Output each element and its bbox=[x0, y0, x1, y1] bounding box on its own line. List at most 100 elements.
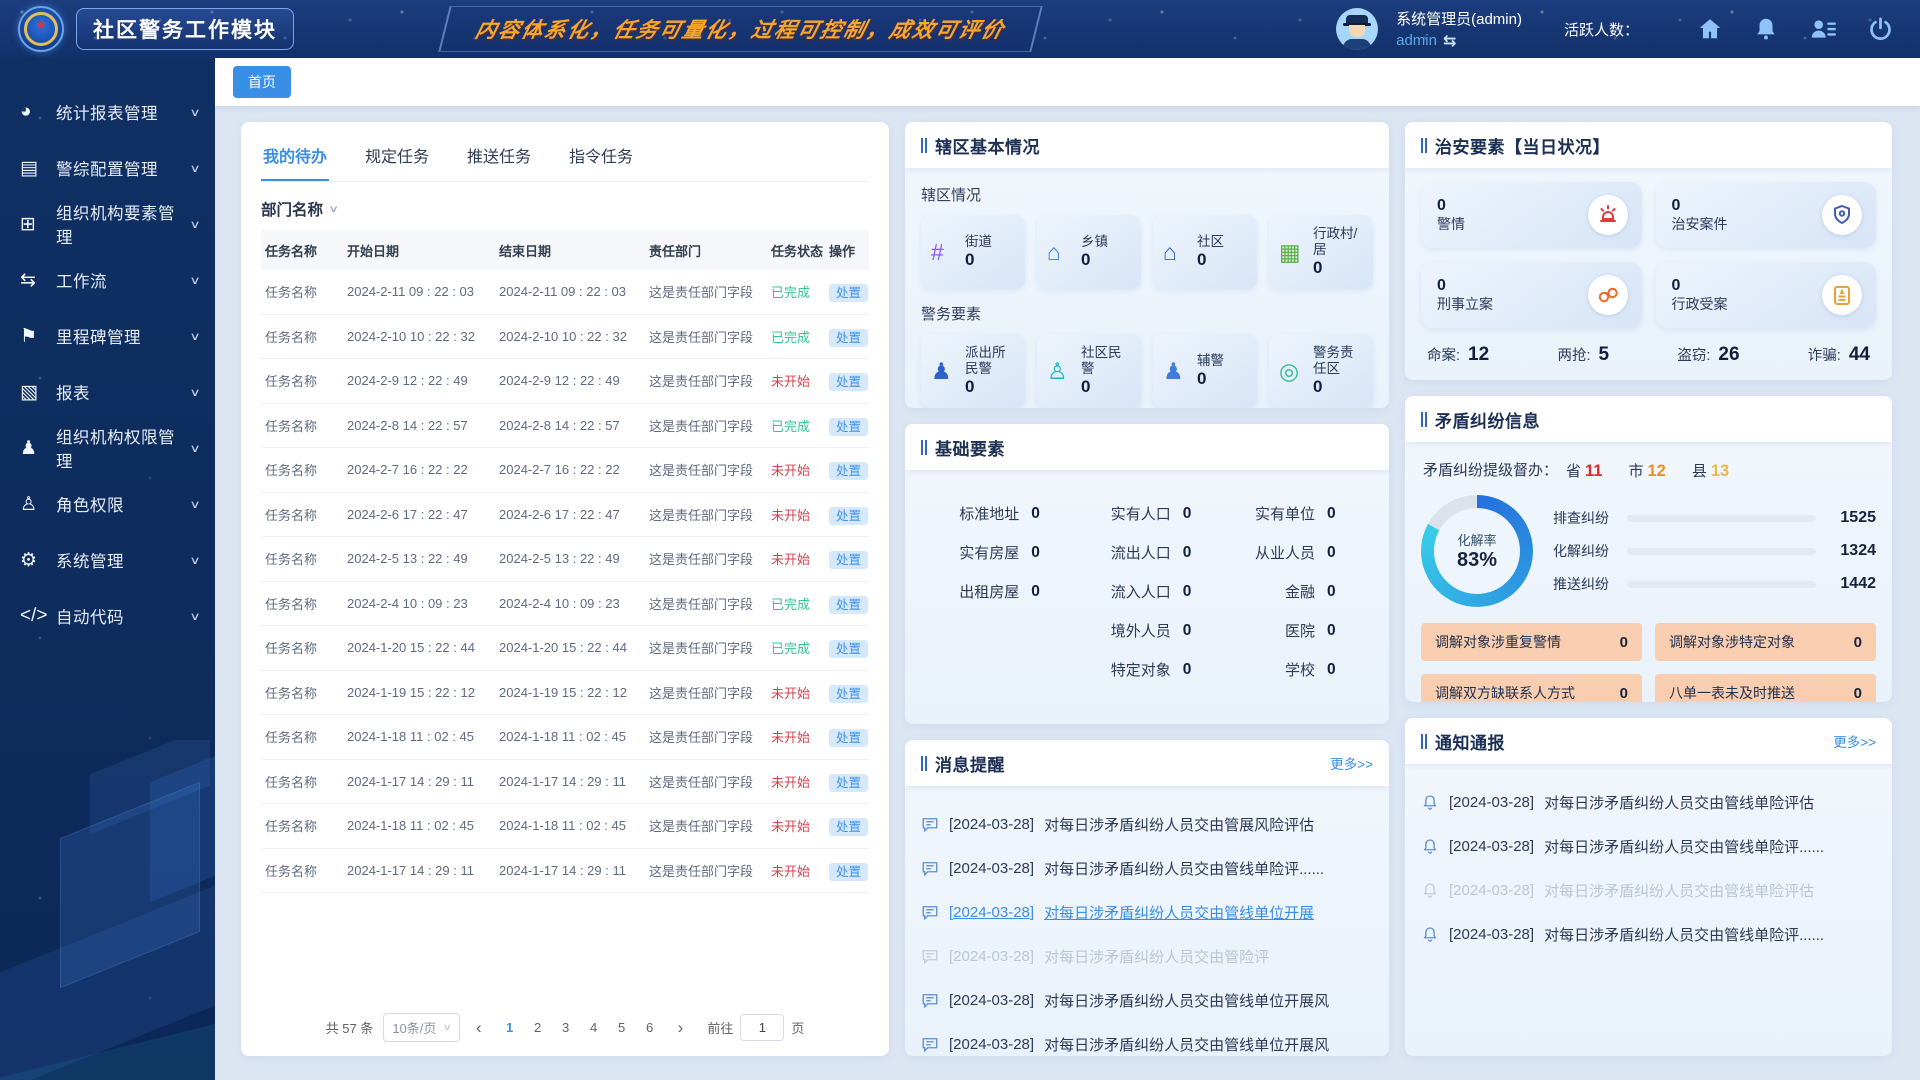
message-more-link[interactable]: 更多>> bbox=[1330, 753, 1373, 773]
page-number[interactable]: 4 bbox=[582, 1017, 606, 1038]
handle-link[interactable]: 处置 bbox=[829, 640, 868, 658]
basic-stat-label: 实有单位 bbox=[1255, 503, 1315, 524]
task-start: 2024-2-11 09 : 22 : 03 bbox=[347, 284, 499, 299]
security-stat-card[interactable]: 0 行政受案 bbox=[1656, 262, 1877, 328]
chevron-down-icon: ∨ bbox=[189, 330, 200, 343]
district-stat-card[interactable]: # 街道 0 bbox=[921, 215, 1025, 289]
handle-link[interactable]: 处置 bbox=[829, 774, 868, 792]
sidebar-item[interactable]: ▤ 警综配置管理 ∨ bbox=[0, 140, 215, 196]
police-card-value: 0 bbox=[1197, 369, 1224, 389]
sidebar-item[interactable]: ♙ 角色权限 ∨ bbox=[0, 476, 215, 532]
handle-link[interactable]: 处置 bbox=[829, 863, 868, 881]
handle-link[interactable]: 处置 bbox=[829, 818, 868, 836]
sidebar-item[interactable]: ◕ 统计报表管理 ∨ bbox=[0, 84, 215, 140]
users-list-icon[interactable] bbox=[1809, 16, 1837, 42]
sidebar-item[interactable]: ♟ 组织机构权限管理 ∨ bbox=[0, 420, 215, 476]
page-number[interactable]: 3 bbox=[554, 1017, 578, 1038]
handle-link[interactable]: 处置 bbox=[829, 373, 868, 391]
police-stat-card[interactable]: ♟ 派出所民警 0 bbox=[921, 334, 1025, 408]
todo-tab[interactable]: 我的待办 bbox=[261, 128, 329, 181]
table-row: 任务名称 2024-2-5 13 : 22 : 49 2024-2-5 13 :… bbox=[261, 537, 869, 582]
dispute-alert-button[interactable]: 调解对象涉特定对象 0 bbox=[1655, 623, 1876, 661]
message-item[interactable]: [2024-03-28] 对每日涉矛盾纠纷人员交由管线单位开展风 bbox=[921, 978, 1373, 1022]
basic-stat-item: 流出人口 0 bbox=[1071, 533, 1222, 572]
handle-link[interactable]: 处置 bbox=[829, 507, 868, 525]
district-card-value: 0 bbox=[965, 250, 992, 270]
app-title: 社区警务工作模块 bbox=[93, 19, 277, 42]
avatar-face bbox=[1349, 25, 1365, 37]
crime-stat: 盗窃: 26 bbox=[1677, 344, 1739, 366]
message-item[interactable]: [2024-03-28] 对每日涉矛盾纠纷人员交由管险评 bbox=[921, 934, 1373, 978]
sidebar-item[interactable]: ⚑ 里程碑管理 ∨ bbox=[0, 308, 215, 364]
district-stat-card[interactable]: ⌂ 社区 0 bbox=[1153, 215, 1257, 289]
district-stat-card[interactable]: ⌂ 乡镇 0 bbox=[1037, 215, 1141, 289]
bell-icon[interactable] bbox=[1753, 16, 1779, 42]
task-end: 2024-1-18 11 : 02 : 45 bbox=[499, 729, 649, 744]
todo-tab[interactable]: 规定任务 bbox=[363, 128, 431, 181]
notice-item[interactable]: [2024-03-28] 对每日涉矛盾纠纷人员交由管线单险评...... bbox=[1421, 912, 1876, 956]
message-bubble-icon bbox=[921, 947, 939, 965]
handle-link[interactable]: 处置 bbox=[829, 596, 868, 614]
handle-link[interactable]: 处置 bbox=[829, 284, 868, 302]
police-stat-card[interactable]: ◎ 警务责任区 0 bbox=[1269, 334, 1373, 408]
page-number[interactable]: 6 bbox=[638, 1017, 662, 1038]
crime-stat-value: 12 bbox=[1468, 344, 1489, 366]
handle-link[interactable]: 处置 bbox=[829, 685, 868, 703]
goto-unit-label: 页 bbox=[791, 1018, 804, 1037]
sidebar-item[interactable]: </> 自动代码 ∨ bbox=[0, 588, 215, 644]
power-icon[interactable] bbox=[1867, 16, 1894, 43]
notice-item[interactable]: [2024-03-28] 对每日涉矛盾纠纷人员交由管线单险评估 bbox=[1421, 868, 1876, 912]
sidebar-item[interactable]: ⊞ 组织机构要素管理 ∨ bbox=[0, 196, 215, 252]
handle-link[interactable]: 处置 bbox=[829, 418, 868, 436]
message-item[interactable]: [2024-03-28] 对每日涉矛盾纠纷人员交由管线单险评...... bbox=[921, 846, 1373, 890]
page-number[interactable]: 1 bbox=[498, 1017, 522, 1038]
dispute-bar: 排查纠纷 1525 bbox=[1553, 508, 1876, 528]
police-stat-card[interactable]: ♙ 社区民警 0 bbox=[1037, 334, 1141, 408]
district-stat-card[interactable]: ▦ 行政村/居 0 bbox=[1269, 215, 1373, 289]
task-name: 任务名称 bbox=[261, 327, 347, 346]
sidebar-item[interactable]: ⚙ 系统管理 ∨ bbox=[0, 532, 215, 588]
page-size-select[interactable]: 10条/页 ∨ bbox=[383, 1013, 460, 1042]
dispute-alert-button[interactable]: 八单一表未及时推送 0 bbox=[1655, 674, 1876, 702]
todo-tab[interactable]: 推送任务 bbox=[465, 128, 533, 181]
notice-more-link[interactable]: 更多>> bbox=[1833, 731, 1876, 751]
message-item[interactable]: [2024-03-28] 对每日涉矛盾纠纷人员交由管线单位开展 bbox=[921, 890, 1373, 934]
handle-link[interactable]: 处置 bbox=[829, 329, 868, 347]
goto-page-input[interactable] bbox=[740, 1014, 784, 1041]
page-number[interactable]: 5 bbox=[610, 1017, 634, 1038]
task-start: 2024-1-18 11 : 02 : 45 bbox=[347, 729, 499, 744]
security-stat-card[interactable]: 0 治安案件 bbox=[1656, 182, 1877, 248]
sidebar-item[interactable]: ▧ 报表 ∨ bbox=[0, 364, 215, 420]
dispute-alert-button[interactable]: 调解双方缺联系人方式 0 bbox=[1421, 674, 1642, 702]
user-avatar[interactable] bbox=[1336, 8, 1378, 50]
notice-item[interactable]: [2024-03-28] 对每日涉矛盾纠纷人员交由管线单险评估 bbox=[1421, 780, 1876, 824]
task-status: 未开始 bbox=[771, 463, 810, 478]
security-stat-card[interactable]: 0 刑事立案 bbox=[1421, 262, 1642, 328]
switch-account-icon[interactable]: ⇆ bbox=[1443, 31, 1456, 51]
dispute-alert-button[interactable]: 调解对象涉重复警情 0 bbox=[1421, 623, 1642, 661]
home-tab-button[interactable]: 首页 bbox=[233, 66, 291, 98]
handle-link[interactable]: 处置 bbox=[829, 551, 868, 569]
police-stat-card[interactable]: ♟ 辅警 0 bbox=[1153, 334, 1257, 408]
task-name: 任务名称 bbox=[261, 727, 347, 746]
message-item[interactable]: [2024-03-28] 对每日涉矛盾纠纷人员交由管展风险评估 bbox=[921, 802, 1373, 846]
message-item[interactable]: [2024-03-28] 对每日涉矛盾纠纷人员交由管线单位开展风 bbox=[921, 1022, 1373, 1056]
prev-page-button[interactable]: ‹ bbox=[470, 1018, 488, 1038]
table-row: 任务名称 2024-1-17 14 : 29 : 11 2024-1-17 14… bbox=[261, 849, 869, 894]
next-page-button[interactable]: › bbox=[672, 1018, 690, 1038]
donut-label: 化解率 bbox=[1457, 530, 1496, 549]
basic-stat-label: 学校 bbox=[1285, 659, 1315, 680]
security-stat-card[interactable]: 0 警情 bbox=[1421, 182, 1642, 248]
todo-tab[interactable]: 指令任务 bbox=[567, 128, 635, 181]
handle-link[interactable]: 处置 bbox=[829, 462, 868, 480]
table-row: 任务名称 2024-1-17 14 : 29 : 11 2024-1-17 14… bbox=[261, 760, 869, 805]
handle-link[interactable]: 处置 bbox=[829, 729, 868, 747]
sidebar-item[interactable]: ⇆ 工作流 ∨ bbox=[0, 252, 215, 308]
home-icon[interactable] bbox=[1697, 16, 1723, 42]
task-start: 2024-2-4 10 : 09 : 23 bbox=[347, 596, 499, 611]
username[interactable]: admin bbox=[1396, 32, 1437, 49]
notice-item[interactable]: [2024-03-28] 对每日涉矛盾纠纷人员交由管线单险评...... bbox=[1421, 824, 1876, 868]
page-number[interactable]: 2 bbox=[526, 1017, 550, 1038]
department-filter[interactable]: 部门名称 ∨ bbox=[261, 182, 869, 230]
message-date: [2024-03-28] bbox=[949, 1036, 1034, 1053]
